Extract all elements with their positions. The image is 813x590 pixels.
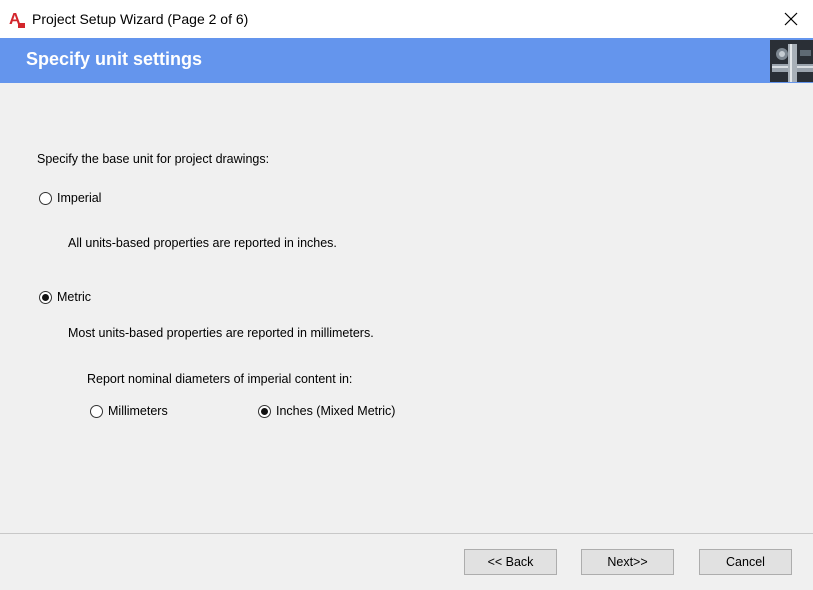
imperial-radio[interactable] bbox=[39, 191, 52, 205]
millimeters-radio[interactable] bbox=[90, 404, 103, 418]
window-title: Project Setup Wizard (Page 2 of 6) bbox=[32, 11, 249, 27]
close-button[interactable] bbox=[777, 6, 805, 32]
inches-mixed-metric-radio[interactable] bbox=[258, 404, 271, 418]
back-button[interactable]: << Back bbox=[464, 549, 557, 575]
nominal-diameter-prompt: Report nominal diameters of imperial con… bbox=[87, 372, 353, 386]
imperial-radio-option[interactable]: Imperial bbox=[39, 191, 101, 205]
next-button[interactable]: Next>> bbox=[581, 549, 674, 575]
app-icon: A bbox=[8, 9, 26, 29]
footer-divider bbox=[0, 533, 813, 534]
millimeters-label: Millimeters bbox=[108, 404, 168, 418]
millimeters-radio-option[interactable]: Millimeters bbox=[90, 404, 168, 418]
banner-pipe-image bbox=[770, 40, 813, 82]
base-unit-prompt: Specify the base unit for project drawin… bbox=[37, 152, 270, 166]
imperial-label: Imperial bbox=[57, 191, 102, 205]
metric-radio[interactable] bbox=[39, 290, 52, 304]
metric-radio-option[interactable]: Metric bbox=[39, 290, 91, 304]
page-title: Specify unit settings bbox=[26, 49, 203, 69]
close-icon bbox=[784, 12, 798, 26]
title-bar: A Project Setup Wizard (Page 2 of 6) bbox=[0, 0, 813, 38]
inches-mixed-metric-label: Inches (Mixed Metric) bbox=[276, 404, 396, 418]
header-banner: Specify unit settings bbox=[0, 38, 813, 83]
cancel-button[interactable]: Cancel bbox=[699, 549, 792, 575]
metric-description: Most units-based properties are reported… bbox=[68, 326, 374, 340]
wizard-content: Specify the base unit for project drawin… bbox=[0, 83, 813, 533]
metric-label: Metric bbox=[57, 290, 92, 304]
inches-mixed-metric-radio-option[interactable]: Inches (Mixed Metric) bbox=[258, 404, 395, 418]
imperial-description: All units-based properties are reported … bbox=[68, 236, 337, 250]
